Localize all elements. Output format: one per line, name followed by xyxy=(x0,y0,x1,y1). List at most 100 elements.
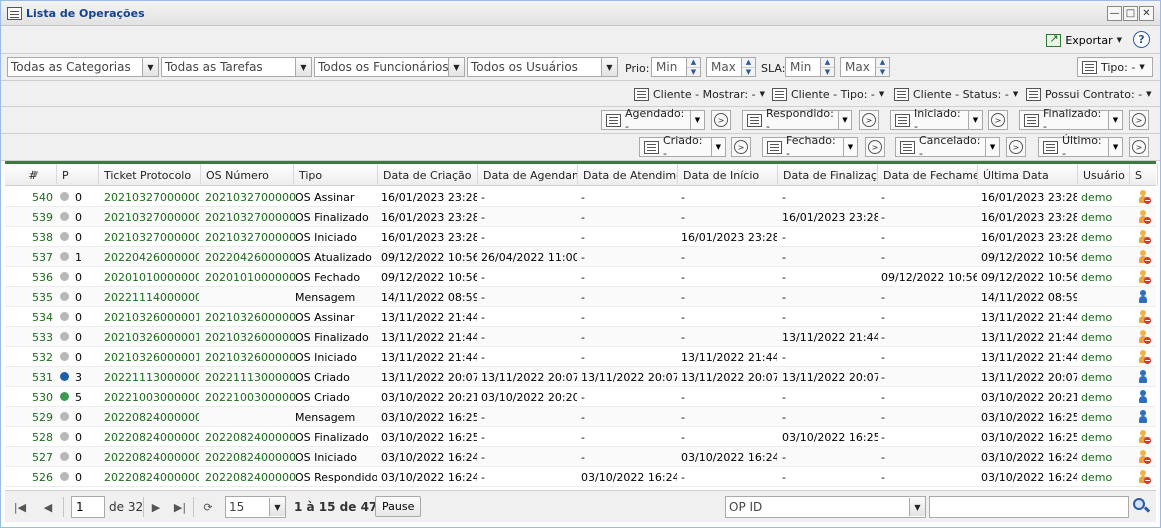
last-page-icon[interactable]: ▶| xyxy=(171,497,189,517)
search-input[interactable] xyxy=(929,496,1129,518)
chevron-down-icon[interactable]: ▼ xyxy=(601,58,617,76)
column-header[interactable]: Data de Finalização xyxy=(778,164,878,186)
first-page-icon[interactable]: |◀ xyxy=(11,497,29,517)
table-row[interactable]: 540 0 202103270000000 20210327000001 OS Assi… xyxy=(5,187,1156,207)
chevron-down-icon[interactable]: ▼ xyxy=(909,498,925,516)
ultimo-go-button[interactable]: > xyxy=(1129,137,1149,157)
chevron-down-icon[interactable]: ▼ xyxy=(295,58,311,76)
agendado-label: Agendado: - xyxy=(625,107,685,133)
cliente-mostrar-button[interactable]: Cliente - Mostrar: - ▼ xyxy=(633,84,766,104)
table-row[interactable]: 532 0 202103260000010 20210326000008 OS Inic… xyxy=(5,347,1156,367)
chevron-down-icon[interactable]: ▼ xyxy=(269,498,285,516)
column-header[interactable]: # xyxy=(5,164,57,186)
title-bar: Lista de Operações — □ ✕ xyxy=(1,1,1160,26)
iniciado-go-button[interactable]: > xyxy=(988,110,1008,130)
chevron-down-icon[interactable]: ▼ xyxy=(969,111,982,129)
prio-max-spinner[interactable]: Max ▲ ▼ xyxy=(706,57,756,77)
table-row[interactable]: 528 0 202208240000000 20220824000001 OS Fina… xyxy=(5,427,1156,447)
minimize-button[interactable]: — xyxy=(1107,6,1122,21)
chevron-down-icon[interactable]: ▼ xyxy=(844,138,857,156)
sla-min-spinner[interactable]: Min ▲ ▼ xyxy=(785,57,835,77)
criado-label: Criado: - xyxy=(663,134,703,160)
search-icon[interactable] xyxy=(1132,497,1151,515)
table-row[interactable]: 535 0 202211140000000 Mensagem 14/11/2022 08… xyxy=(5,287,1156,307)
chevron-down-icon[interactable]: ▼ xyxy=(448,58,464,76)
chevron-down-icon[interactable]: ▼ xyxy=(142,58,158,76)
column-header[interactable]: Última Data xyxy=(978,164,1078,186)
next-page-icon[interactable]: ▶ xyxy=(147,497,165,517)
cancelado-go-button[interactable]: > xyxy=(1006,137,1026,157)
column-header[interactable]: Data de Criação xyxy=(378,164,478,186)
page-size-select[interactable]: 15 ▼ xyxy=(225,496,286,518)
user-minus-icon xyxy=(1137,430,1151,444)
column-header[interactable]: Ticket Protocolo xyxy=(99,164,201,186)
table-row[interactable]: 534 0 202103260000010 20210326000008 OS Assi… xyxy=(5,307,1156,327)
column-header[interactable]: Tipo xyxy=(294,164,378,186)
sla-max-spinner[interactable]: Max ▲ ▼ xyxy=(840,57,890,77)
export-button[interactable]: Exportar ▼ xyxy=(1046,31,1122,49)
maximize-button[interactable]: □ xyxy=(1123,6,1138,21)
ultimo-filter[interactable]: Último: - ▼ xyxy=(1038,134,1123,160)
prio-min-spinner[interactable]: Min ▲ ▼ xyxy=(651,57,701,77)
iniciado-filter[interactable]: Iniciado: - ▼ xyxy=(890,107,983,133)
refresh-icon[interactable]: ⟳ xyxy=(199,497,217,517)
spinner-arrows[interactable]: ▲ ▼ xyxy=(820,58,834,76)
column-header[interactable]: Data de Fechamento xyxy=(878,164,978,186)
chevron-down-icon[interactable]: ▼ xyxy=(712,138,725,156)
employees-select[interactable]: Todos os Funcionários ▼ xyxy=(314,57,465,77)
tasks-select[interactable]: Todas as Tarefas ▼ xyxy=(161,57,312,77)
user-minus-icon xyxy=(1137,310,1151,324)
chevron-down-icon[interactable]: ▼ xyxy=(1109,138,1122,156)
column-header[interactable]: Usuário N xyxy=(1078,164,1130,186)
pause-button[interactable]: Pause xyxy=(375,496,422,517)
column-header[interactable]: Data de Atendimento xyxy=(578,164,678,186)
spinner-arrows[interactable]: ▲ ▼ xyxy=(741,58,755,76)
table-row[interactable]: 526 0 202208240000000 20220824000001 OS Resp… xyxy=(5,467,1156,487)
table-row[interactable]: 530 5 202210030000000 20221003000001 OS Cria… xyxy=(5,387,1156,407)
agendado-go-button[interactable]: > xyxy=(711,110,731,130)
chevron-down-icon[interactable]: ▼ xyxy=(986,138,999,156)
fechado-filter[interactable]: Fechado: - ▼ xyxy=(762,134,858,160)
criado-go-button[interactable]: > xyxy=(731,137,751,157)
table-row[interactable]: 538 0 202103270000000 20210327000001 OS Inic… xyxy=(5,227,1156,247)
tipo-filter-button[interactable]: Tipo: - ▼ xyxy=(1077,57,1153,77)
cancelado-filter[interactable]: Cancelado: - ▼ xyxy=(895,134,1000,160)
sort-desc-icon[interactable]: ▼ xyxy=(33,170,38,178)
arrow-right-icon: > xyxy=(1009,140,1023,154)
chevron-down-icon[interactable]: ▼ xyxy=(839,111,851,129)
agendado-filter[interactable]: Agendado: - ▼ xyxy=(601,107,705,133)
cliente-tipo-button[interactable]: Cliente - Tipo: - ▼ xyxy=(771,84,885,104)
close-button[interactable]: ✕ xyxy=(1139,6,1154,21)
spinner-arrows[interactable]: ▲ ▼ xyxy=(686,58,700,76)
table-row[interactable]: 539 0 202103270000000 20210327000001 OS Fina… xyxy=(5,207,1156,227)
column-header[interactable]: S xyxy=(1130,164,1158,186)
chevron-down-icon[interactable]: ▼ xyxy=(1109,111,1122,129)
table-row[interactable]: 529 0 202208240000000 Mensagem 03/10/2022 16… xyxy=(5,407,1156,427)
prev-page-icon[interactable]: ◀ xyxy=(39,497,57,517)
respondido-go-button[interactable]: > xyxy=(859,110,879,130)
finalizado-filter[interactable]: Finalizado: - ▼ xyxy=(1019,107,1123,133)
column-header[interactable]: OS Número xyxy=(201,164,294,186)
help-icon[interactable]: ? xyxy=(1133,31,1150,48)
fechado-go-button[interactable]: > xyxy=(865,137,885,157)
column-header[interactable]: Data de Início xyxy=(678,164,778,186)
finalizado-go-button[interactable]: > xyxy=(1129,110,1149,130)
search-field-select[interactable]: OP ID ▼ xyxy=(725,496,926,518)
cell-atend: - xyxy=(581,430,585,444)
possui-contrato-button[interactable]: Possui Contrato: - ▼ xyxy=(1025,84,1153,104)
page-number-input[interactable]: 1 xyxy=(71,496,105,518)
respondido-filter[interactable]: Respondido: - ▼ xyxy=(742,107,852,133)
categories-select[interactable]: Todas as Categorias ▼ xyxy=(7,57,159,77)
spinner-arrows[interactable]: ▲ ▼ xyxy=(875,58,889,76)
cliente-status-button[interactable]: Cliente - Status: - ▼ xyxy=(893,84,1019,104)
table-row[interactable]: 537 1 202204260000000 20220426000001 OS Atua… xyxy=(5,247,1156,267)
criado-filter[interactable]: Criado: - ▼ xyxy=(639,134,726,160)
users-select[interactable]: Todos os Usuários ▼ xyxy=(467,57,618,77)
table-row[interactable]: 536 0 202010100000000 20201010000001 OS Fech… xyxy=(5,267,1156,287)
table-row[interactable]: 531 3 202211130000000 20221113000001 OS Cria… xyxy=(5,367,1156,387)
column-header[interactable]: Data de Agendamento xyxy=(478,164,578,186)
column-header[interactable]: P xyxy=(57,164,99,186)
table-row[interactable]: 527 0 202208240000000 20220824000001 OS Inic… xyxy=(5,447,1156,467)
chevron-down-icon[interactable]: ▼ xyxy=(691,111,704,129)
table-row[interactable]: 533 0 202103260000010 20210326000008 OS Fina… xyxy=(5,327,1156,347)
